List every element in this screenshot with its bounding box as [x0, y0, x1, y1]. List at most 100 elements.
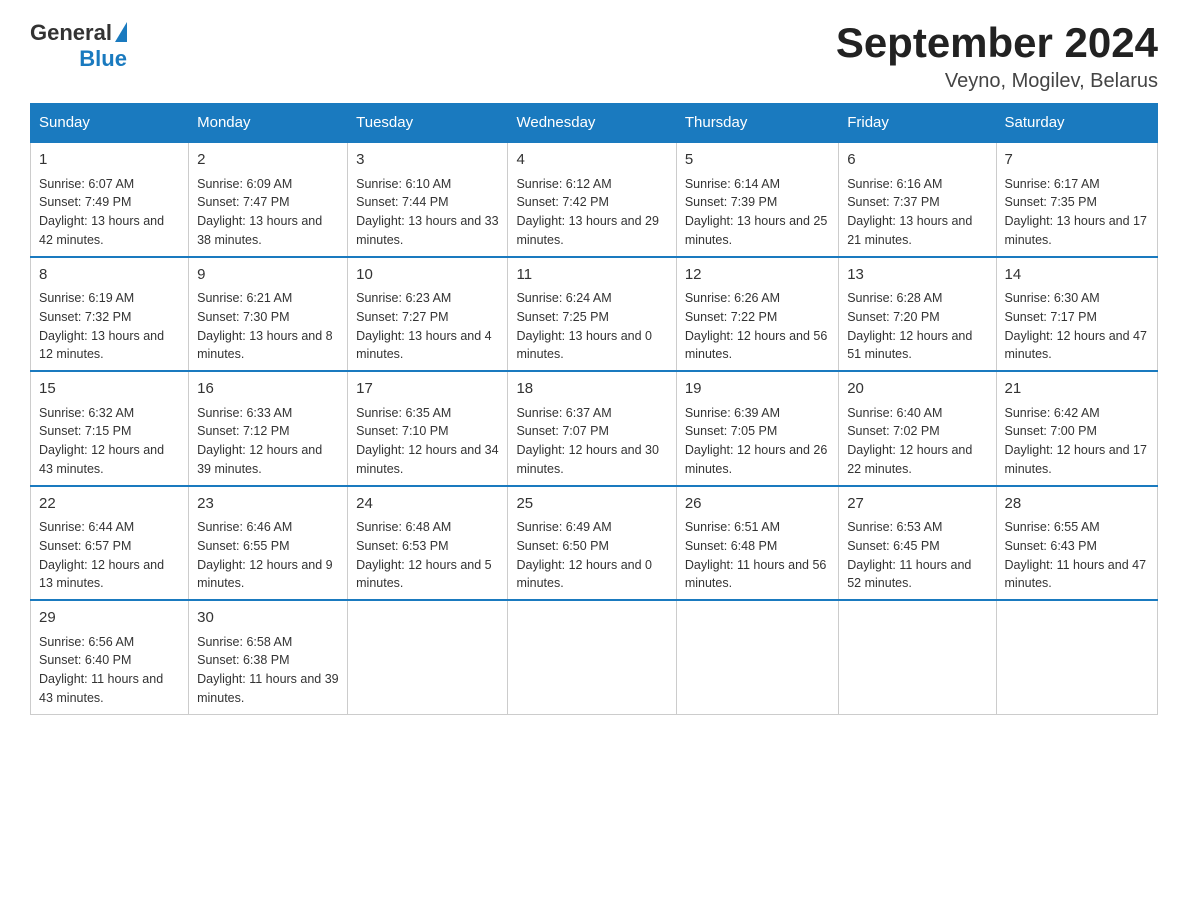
day-number: 24 — [356, 493, 499, 516]
day-number: 11 — [516, 264, 667, 287]
calendar-cell: 14 Sunrise: 6:30 AMSunset: 7:17 PMDayligh… — [996, 257, 1158, 372]
day-info: Sunrise: 6:33 AMSunset: 7:12 PMDaylight:… — [197, 406, 322, 476]
calendar-cell: 9 Sunrise: 6:21 AMSunset: 7:30 PMDaylight… — [189, 257, 348, 372]
day-info: Sunrise: 6:42 AMSunset: 7:00 PMDaylight:… — [1005, 406, 1147, 476]
day-number: 10 — [356, 264, 499, 287]
calendar-cell: 28 Sunrise: 6:55 AMSunset: 6:43 PMDayligh… — [996, 486, 1158, 601]
day-number: 9 — [197, 264, 339, 287]
day-info: Sunrise: 6:23 AMSunset: 7:27 PMDaylight:… — [356, 291, 492, 361]
day-number: 30 — [197, 607, 339, 630]
day-number: 28 — [1005, 493, 1150, 516]
calendar-cell: 26 Sunrise: 6:51 AMSunset: 6:48 PMDayligh… — [676, 486, 838, 601]
day-number: 17 — [356, 378, 499, 401]
day-number: 23 — [197, 493, 339, 516]
logo-blue-text: Blue — [79, 46, 127, 71]
calendar-cell: 6 Sunrise: 6:16 AMSunset: 7:37 PMDaylight… — [839, 142, 996, 257]
day-number: 1 — [39, 149, 180, 172]
day-info: Sunrise: 6:30 AMSunset: 7:17 PMDaylight:… — [1005, 291, 1147, 361]
day-number: 5 — [685, 149, 830, 172]
day-info: Sunrise: 6:10 AMSunset: 7:44 PMDaylight:… — [356, 177, 498, 247]
calendar-cell: 7Sunrise: 6:17 AMSunset: 7:35 PMDaylight… — [996, 142, 1158, 257]
day-number: 22 — [39, 493, 180, 516]
day-number: 3 — [356, 149, 499, 172]
calendar-cell: 20Sunrise: 6:40 AMSunset: 7:02 PMDayligh… — [839, 371, 996, 486]
day-number: 6 — [847, 149, 987, 172]
calendar-cell: 19 Sunrise: 6:39 AMSunset: 7:05 PMDayligh… — [676, 371, 838, 486]
day-number: 29 — [39, 607, 180, 630]
logo-triangle-icon — [115, 22, 127, 42]
day-info: Sunrise: 6:07 AMSunset: 7:49 PMDaylight:… — [39, 177, 164, 247]
calendar-cell: 13Sunrise: 6:28 AMSunset: 7:20 PMDayligh… — [839, 257, 996, 372]
day-info: Sunrise: 6:46 AMSunset: 6:55 PMDaylight:… — [197, 520, 333, 590]
day-info: Sunrise: 6:24 AMSunset: 7:25 PMDaylight:… — [516, 291, 652, 361]
calendar-cell: 27 Sunrise: 6:53 AMSunset: 6:45 PMDayligh… — [839, 486, 996, 601]
calendar-cell: 17 Sunrise: 6:35 AMSunset: 7:10 PMDayligh… — [348, 371, 508, 486]
day-number: 8 — [39, 264, 180, 287]
day-info: Sunrise: 6:28 AMSunset: 7:20 PMDaylight:… — [847, 291, 972, 361]
day-info: Sunrise: 6:49 AMSunset: 6:50 PMDaylight:… — [516, 520, 652, 590]
day-info: Sunrise: 6:58 AMSunset: 6:38 PMDaylight:… — [197, 635, 339, 705]
day-info: Sunrise: 6:26 AMSunset: 7:22 PMDaylight:… — [685, 291, 827, 361]
calendar-cell: 11 Sunrise: 6:24 AMSunset: 7:25 PMDayligh… — [508, 257, 676, 372]
week-row-4: 22 Sunrise: 6:44 AMSunset: 6:57 PMDayligh… — [31, 486, 1158, 601]
day-info: Sunrise: 6:14 AMSunset: 7:39 PMDaylight:… — [685, 177, 827, 247]
day-number: 18 — [516, 378, 667, 401]
calendar-cell: 10 Sunrise: 6:23 AMSunset: 7:27 PMDayligh… — [348, 257, 508, 372]
calendar-cell — [676, 600, 838, 714]
calendar-cell — [996, 600, 1158, 714]
day-number: 21 — [1005, 378, 1150, 401]
calendar-title: September 2024 — [836, 20, 1158, 66]
logo-general-text: General — [30, 20, 112, 45]
calendar-cell: 24 Sunrise: 6:48 AMSunset: 6:53 PMDayligh… — [348, 486, 508, 601]
title-block: September 2024 Veyno, Mogilev, Belarus — [836, 20, 1158, 93]
day-info: Sunrise: 6:39 AMSunset: 7:05 PMDaylight:… — [685, 406, 827, 476]
calendar-cell: 12 Sunrise: 6:26 AMSunset: 7:22 PMDayligh… — [676, 257, 838, 372]
day-number: 27 — [847, 493, 987, 516]
day-info: Sunrise: 6:35 AMSunset: 7:10 PMDaylight:… — [356, 406, 498, 476]
day-number: 4 — [516, 149, 667, 172]
logo: General Blue — [30, 20, 127, 72]
calendar-cell: 4Sunrise: 6:12 AMSunset: 7:42 PMDaylight… — [508, 142, 676, 257]
page-header: General Blue September 2024 Veyno, Mogil… — [30, 20, 1158, 93]
day-number: 12 — [685, 264, 830, 287]
day-number: 7 — [1005, 149, 1150, 172]
calendar-cell: 15 Sunrise: 6:32 AMSunset: 7:15 PMDayligh… — [31, 371, 189, 486]
day-info: Sunrise: 6:09 AMSunset: 7:47 PMDaylight:… — [197, 177, 322, 247]
day-number: 26 — [685, 493, 830, 516]
day-info: Sunrise: 6:40 AMSunset: 7:02 PMDaylight:… — [847, 406, 972, 476]
weekday-header-wednesday: Wednesday — [508, 104, 676, 143]
week-row-5: 29Sunrise: 6:56 AMSunset: 6:40 PMDayligh… — [31, 600, 1158, 714]
calendar-cell: 29Sunrise: 6:56 AMSunset: 6:40 PMDayligh… — [31, 600, 189, 714]
day-info: Sunrise: 6:37 AMSunset: 7:07 PMDaylight:… — [516, 406, 658, 476]
weekday-header-monday: Monday — [189, 104, 348, 143]
day-info: Sunrise: 6:53 AMSunset: 6:45 PMDaylight:… — [847, 520, 971, 590]
calendar-cell: 1 Sunrise: 6:07 AMSunset: 7:49 PMDaylight… — [31, 142, 189, 257]
day-info: Sunrise: 6:19 AMSunset: 7:32 PMDaylight:… — [39, 291, 164, 361]
day-number: 15 — [39, 378, 180, 401]
day-info: Sunrise: 6:16 AMSunset: 7:37 PMDaylight:… — [847, 177, 972, 247]
day-info: Sunrise: 6:48 AMSunset: 6:53 PMDaylight:… — [356, 520, 492, 590]
calendar-cell: 22 Sunrise: 6:44 AMSunset: 6:57 PMDayligh… — [31, 486, 189, 601]
location-subtitle: Veyno, Mogilev, Belarus — [836, 70, 1158, 93]
calendar-cell: 5 Sunrise: 6:14 AMSunset: 7:39 PMDaylight… — [676, 142, 838, 257]
day-number: 16 — [197, 378, 339, 401]
calendar-cell: 16 Sunrise: 6:33 AMSunset: 7:12 PMDayligh… — [189, 371, 348, 486]
week-row-3: 15 Sunrise: 6:32 AMSunset: 7:15 PMDayligh… — [31, 371, 1158, 486]
day-info: Sunrise: 6:21 AMSunset: 7:30 PMDaylight:… — [197, 291, 333, 361]
weekday-header-row: SundayMondayTuesdayWednesdayThursdayFrid… — [31, 104, 1158, 143]
weekday-header-saturday: Saturday — [996, 104, 1158, 143]
calendar-cell: 25Sunrise: 6:49 AMSunset: 6:50 PMDayligh… — [508, 486, 676, 601]
day-number: 14 — [1005, 264, 1150, 287]
calendar-table: SundayMondayTuesdayWednesdayThursdayFrid… — [30, 103, 1158, 715]
day-info: Sunrise: 6:44 AMSunset: 6:57 PMDaylight:… — [39, 520, 164, 590]
calendar-cell — [348, 600, 508, 714]
weekday-header-tuesday: Tuesday — [348, 104, 508, 143]
day-number: 19 — [685, 378, 830, 401]
calendar-cell — [508, 600, 676, 714]
weekday-header-thursday: Thursday — [676, 104, 838, 143]
day-info: Sunrise: 6:32 AMSunset: 7:15 PMDaylight:… — [39, 406, 164, 476]
calendar-cell: 30 Sunrise: 6:58 AMSunset: 6:38 PMDayligh… — [189, 600, 348, 714]
calendar-cell: 23 Sunrise: 6:46 AMSunset: 6:55 PMDayligh… — [189, 486, 348, 601]
day-info: Sunrise: 6:51 AMSunset: 6:48 PMDaylight:… — [685, 520, 827, 590]
day-info: Sunrise: 6:55 AMSunset: 6:43 PMDaylight:… — [1005, 520, 1147, 590]
